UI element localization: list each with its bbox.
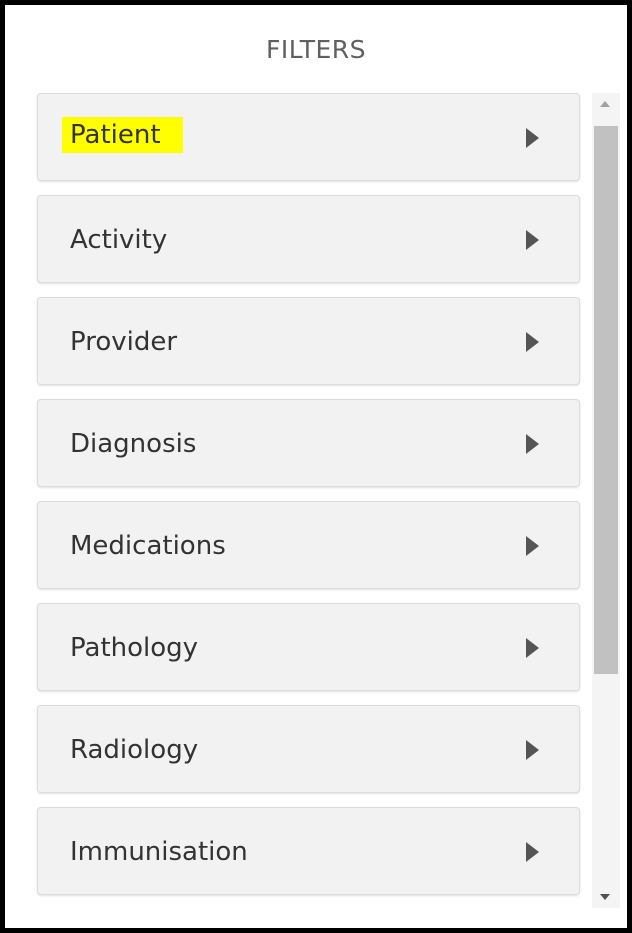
filter-item-pathology[interactable]: Pathology [37,603,580,691]
filter-item-label: Radiology [70,735,199,765]
filter-item-provider[interactable]: Provider [37,297,580,385]
filter-item-patient[interactable]: Patient [37,93,580,181]
filter-item-label: Diagnosis [70,429,197,459]
scroll-thumb[interactable] [594,126,618,674]
filter-item-activity[interactable]: Activity [37,195,580,283]
filter-item-label: Medications [70,531,226,561]
caret-right-icon [526,842,539,862]
caret-right-icon [526,128,539,148]
filter-item-label: Pathology [70,633,199,663]
filter-item-diagnosis[interactable]: Diagnosis [37,399,580,487]
filter-item-radiology[interactable]: Radiology [37,705,580,793]
scrollbar[interactable] [592,93,620,908]
filter-item-medications[interactable]: Medications [37,501,580,589]
scroll-up-arrow-icon[interactable] [600,101,610,107]
filter-item-immunisation[interactable]: Immunisation [37,807,580,895]
caret-right-icon [526,740,539,760]
scroll-down-arrow-icon[interactable] [600,894,610,900]
caret-right-icon [526,536,539,556]
filter-item-label: Immunisation [70,837,248,867]
panel-title: FILTERS [265,35,367,64]
filters-panel: FILTERS Patient Activity Provider Diagno… [0,0,632,933]
filter-item-label: Patient [62,117,183,153]
filter-item-label: Provider [70,327,178,357]
caret-right-icon [526,434,539,454]
filter-item-label: Activity [70,225,168,255]
caret-right-icon [526,230,539,250]
caret-right-icon [526,638,539,658]
caret-right-icon [526,332,539,352]
